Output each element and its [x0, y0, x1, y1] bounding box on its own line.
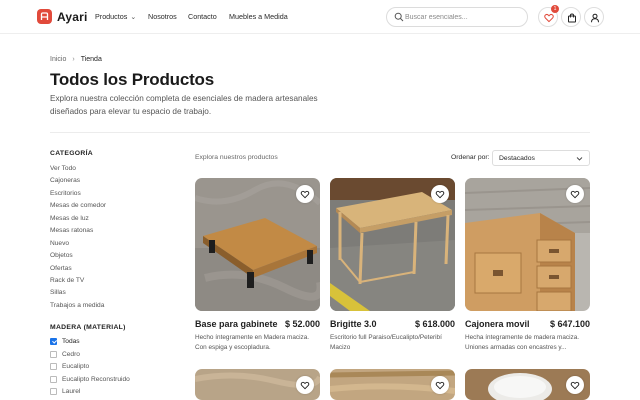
category-item[interactable]: Nuevo — [50, 239, 106, 251]
checkbox[interactable] — [50, 388, 57, 395]
material-option-laurel[interactable]: Laurel — [50, 387, 130, 400]
product-image-brigitte[interactable] — [330, 178, 455, 311]
product-description: Hecho íntegramente en Madera maciza. Con… — [195, 334, 310, 351]
category-item[interactable]: Sillas — [50, 288, 106, 300]
wishlist-count-badge: 1 — [551, 5, 559, 13]
category-item[interactable]: Mesas de comedor — [50, 201, 106, 213]
category-list: Ver Todo Cajoneras Escritorios Mesas de … — [50, 164, 106, 313]
cart-button[interactable] — [561, 7, 581, 27]
material-list: Todas Cedro Eucalipto Eucalipto Reconstr… — [50, 337, 130, 400]
material-option-eucalipto[interactable]: Eucalipto — [50, 362, 130, 375]
sort-select[interactable]: Destacados — [492, 150, 590, 166]
product-name[interactable]: Cajonera movil — [465, 319, 530, 329]
search-bar[interactable] — [386, 7, 528, 27]
wishlist-button[interactable]: 1 — [538, 5, 559, 27]
product-price: $ 647.100 — [549, 319, 590, 329]
brand-name[interactable]: Ayari — [57, 10, 88, 24]
material-option-eucalipto-reconstruido[interactable]: Eucalipto Reconstruido — [50, 375, 130, 388]
material-label: Eucalipto — [62, 363, 90, 370]
heart-icon — [570, 381, 580, 389]
checkbox-checked[interactable] — [50, 338, 57, 345]
explore-label: Explora nuestros productos — [195, 154, 278, 161]
sort-value: Destacados — [499, 155, 535, 162]
material-label: Eucalipto Reconstruido — [62, 375, 130, 383]
favorite-button[interactable] — [431, 185, 449, 203]
user-icon — [591, 13, 599, 23]
nav-productos[interactable]: Productos ⌄ — [95, 12, 136, 21]
chevron-right-icon: › — [72, 56, 75, 63]
heart-icon — [570, 190, 580, 198]
category-item[interactable]: Mesas de luz — [50, 214, 106, 226]
material-option-todas[interactable]: Todas — [50, 337, 130, 350]
material-label: Cedro — [62, 350, 80, 358]
favorite-button[interactable] — [566, 185, 584, 203]
heart-icon — [435, 190, 445, 198]
product-price: $ 52.000 — [284, 319, 320, 329]
breadcrumb-home[interactable]: Inicio — [50, 56, 66, 63]
favorite-button[interactable] — [296, 376, 314, 394]
material-label: Todas — [62, 338, 80, 345]
category-item[interactable]: Cajoneras — [50, 176, 106, 188]
product-image[interactable] — [330, 369, 455, 400]
nav-productos-label: Productos — [95, 12, 128, 21]
search-icon — [394, 12, 404, 22]
heart-icon — [435, 381, 445, 389]
product-name[interactable]: Base para gabinete — [195, 319, 278, 329]
product-name[interactable]: Brigitte 3.0 — [330, 319, 377, 329]
nav-contacto[interactable]: Contacto — [188, 12, 217, 21]
divider — [50, 132, 590, 133]
material-heading: MADERA (MATERIAL) — [50, 324, 126, 331]
breadcrumb: Inicio › Tienda — [50, 56, 102, 63]
favorite-button[interactable] — [431, 376, 449, 394]
checkbox[interactable] — [50, 350, 57, 358]
checkbox[interactable] — [50, 375, 57, 383]
heart-icon — [300, 381, 310, 389]
category-item[interactable]: Ver Todo — [50, 164, 106, 176]
nav-nosotros[interactable]: Nosotros — [148, 12, 177, 21]
sort-label: Ordenar por: — [451, 154, 490, 161]
breadcrumb-current: Tienda — [80, 56, 102, 63]
category-item[interactable]: Mesas ratonas — [50, 226, 106, 238]
material-label: Laurel — [62, 388, 81, 395]
category-item[interactable]: Rack de TV — [50, 276, 106, 288]
chevron-down-icon: ⌄ — [130, 14, 137, 21]
category-item[interactable]: Trabajos a medida — [50, 301, 106, 313]
logo-icon[interactable] — [37, 9, 52, 24]
category-item[interactable]: Escritorios — [50, 189, 106, 201]
site-header: Ayari Productos ⌄ Nosotros Contacto Muebl… — [0, 0, 640, 34]
product-image[interactable] — [195, 369, 320, 400]
shopping-bag-icon — [568, 13, 576, 23]
account-button[interactable] — [584, 7, 604, 27]
heart-icon — [300, 190, 310, 198]
chevron-down-icon — [576, 157, 583, 161]
favorite-button[interactable] — [566, 376, 584, 394]
product-image-base-gabinete[interactable] — [195, 178, 320, 311]
page-description: Explora nuestra colección completa de es… — [50, 94, 318, 116]
product-image-cajonera[interactable] — [465, 178, 590, 311]
favorite-button[interactable] — [296, 185, 314, 203]
product-description: Hecha íntegramente de madera maciza. Uni… — [465, 334, 580, 351]
search-input[interactable] — [405, 10, 523, 24]
nav-muebles-a-medida[interactable]: Muebles a Medida — [229, 12, 288, 21]
product-description: Escritorio full Paraiso/Eucalipto/Peteri… — [330, 334, 442, 351]
heart-icon — [544, 13, 554, 23]
product-price: $ 618.000 — [414, 319, 455, 329]
category-item[interactable]: Ofertas — [50, 264, 106, 276]
checkbox[interactable] — [50, 363, 57, 370]
material-option-cedro[interactable]: Cedro — [50, 350, 130, 363]
category-item[interactable]: Objetos — [50, 251, 106, 263]
product-image[interactable] — [465, 369, 590, 400]
category-heading: CATEGORÍA — [50, 150, 93, 157]
page-title: Todos los Productos — [50, 70, 215, 89]
